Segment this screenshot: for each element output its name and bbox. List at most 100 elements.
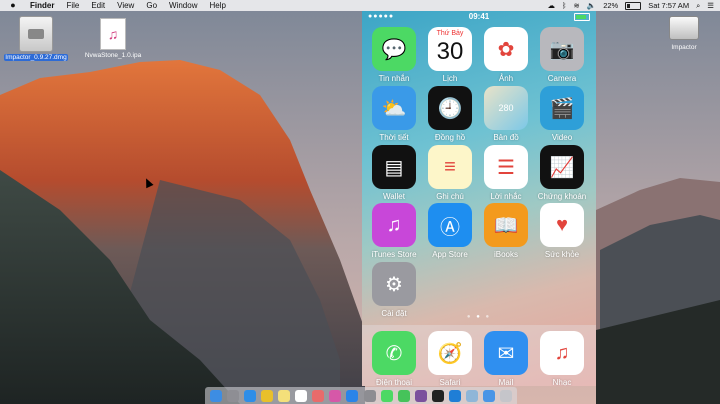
finder-icon[interactable] (209, 389, 222, 402)
safari-icon: 🧭 (428, 331, 472, 375)
app-stocks[interactable]: 📈 Chứng khoán (536, 145, 588, 201)
viber-icon[interactable] (414, 389, 427, 402)
notes-dock-icon[interactable] (277, 389, 290, 402)
stocks-icon: 📈 (540, 145, 584, 189)
wallet-icon: ▤ (372, 145, 416, 189)
app-label: Camera (547, 74, 577, 83)
xcode-icon[interactable] (449, 389, 462, 402)
downloads-icon[interactable] (483, 389, 496, 402)
app-store-dock-icon[interactable] (346, 389, 359, 402)
app-label: Ghi chú (436, 192, 464, 201)
photos-icon: ✿ (484, 27, 528, 71)
menu-finder[interactable]: Finder (30, 0, 54, 11)
app-phone[interactable]: ✆ Điện thoại (368, 331, 420, 386)
app-ibooks[interactable]: 📖 iBooks (480, 203, 532, 259)
app-label: Bản đồ (493, 133, 519, 142)
preview-icon[interactable] (466, 389, 479, 402)
app-weather[interactable]: ⛅ Thời tiết (368, 86, 420, 142)
itunes-dock-icon[interactable] (329, 389, 342, 402)
iphone-status-bar: ●●●●● 09:41 (362, 11, 596, 24)
page-indicator: ● ● ● (466, 314, 492, 320)
calendar-day: Thứ Bảy (436, 30, 464, 37)
app-settings[interactable]: ⚙ Cài đặt (368, 262, 420, 318)
app-camera[interactable]: 📷 Camera (536, 27, 588, 83)
spotlight-icon[interactable]: ⌕ (696, 0, 700, 11)
desktop-file-impactor-dmg[interactable]: Impactor_0.9.27.dmg (4, 16, 68, 61)
desktop-wallpaper (0, 0, 720, 404)
app-music[interactable]: ♫ Nhạc (536, 331, 588, 386)
reminders-icon: ☰ (484, 145, 528, 189)
desktop-disk-label: Impactor (671, 44, 697, 51)
app-calendar[interactable]: Thứ Bảy 30 Lịch (424, 27, 476, 83)
menu-file[interactable]: File (66, 0, 79, 11)
app-label: Nhạc (552, 378, 572, 386)
battery-icon[interactable] (625, 1, 642, 10)
app-maps[interactable]: 280 Bản đồ (480, 86, 532, 142)
app-health[interactable]: ♥ Sức khỏe (536, 203, 588, 259)
settings-icon: ⚙ (372, 262, 416, 306)
health-icon: ♥ (540, 203, 584, 247)
launchpad-icon[interactable] (226, 389, 239, 402)
calendar-dock-icon[interactable] (295, 389, 308, 402)
desktop-file-nvwastone-ipa[interactable]: ♫ NvwaStone_1.0.ipa (80, 18, 146, 59)
videos-icon: 🎬 (540, 86, 584, 130)
app-label: Mail (498, 378, 514, 386)
menu-help[interactable]: Help (209, 0, 225, 11)
app-videos[interactable]: 🎬 Video (536, 86, 588, 142)
app-label: iTunes Store (371, 250, 417, 259)
volume-icon[interactable]: 🔈 (587, 0, 596, 11)
messages-icon: 💬 (372, 27, 416, 71)
app-notes[interactable]: ≡ Ghi chú (424, 145, 476, 201)
dmg-file-icon (19, 16, 53, 52)
music-icon: ♫ (540, 331, 584, 375)
messages-dock-icon[interactable] (380, 389, 393, 402)
app-wallet[interactable]: ▤ Wallet (368, 145, 420, 201)
iphone-screen: ●●●●● 09:41 💬 Tin nhắn Thứ Bảy 30 Lịch ✿ Ảnh 📷 C… (362, 11, 596, 386)
app-label: Lịch (442, 74, 458, 83)
app-store-icon: Ⓐ (428, 203, 472, 247)
app-messages[interactable]: 💬 Tin nhắn (368, 27, 420, 83)
menu-go[interactable]: Go (146, 0, 157, 11)
trash-icon[interactable] (500, 389, 513, 402)
app-clock[interactable]: 🕘 Đồng hồ (424, 86, 476, 142)
disk-icon (669, 16, 699, 40)
facetime-icon[interactable] (397, 389, 410, 402)
iphone-battery-icon (574, 13, 590, 21)
chrome-icon[interactable] (260, 389, 273, 402)
safari-dock-icon[interactable] (243, 389, 256, 402)
system-prefs-icon[interactable] (363, 389, 376, 402)
app-label: App Store (432, 250, 468, 259)
photos-dock-icon[interactable] (312, 389, 325, 402)
apple-menu-icon[interactable]: ● (6, 0, 20, 11)
app-label: iBooks (493, 250, 518, 259)
terminal-icon[interactable] (431, 389, 444, 402)
app-label: Ảnh (498, 74, 514, 83)
ibooks-icon: 📖 (484, 203, 528, 247)
itunes-store-icon: ♫ (372, 203, 416, 247)
app-photos[interactable]: ✿ Ảnh (480, 27, 532, 83)
battery-percent[interactable]: 22% (603, 0, 618, 11)
app-label: Chứng khoán (537, 192, 587, 201)
menu-clock[interactable]: Sat 7:57 AM (648, 0, 689, 11)
bluetooth-icon[interactable]: ᛒ (562, 0, 567, 11)
menu-edit[interactable]: Edit (91, 0, 105, 11)
menu-view[interactable]: View (117, 0, 134, 11)
app-reminders[interactable]: ☰ Lời nhắc (480, 145, 532, 201)
menu-bar: ● Finder File Edit View Go Window Help ☁… (0, 0, 720, 11)
app-mail[interactable]: ✉ Mail (480, 331, 532, 386)
cloud-icon[interactable]: ☁ (548, 0, 556, 11)
desktop-file-label: NvwaStone_1.0.ipa (84, 52, 142, 59)
app-label: Điện thoại (375, 378, 413, 386)
app-label: Lời nhắc (490, 192, 522, 201)
app-app-store[interactable]: Ⓐ App Store (424, 203, 476, 259)
mac-dock (205, 387, 517, 404)
app-itunes-store[interactable]: ♫ iTunes Store (368, 203, 420, 259)
ipa-file-icon: ♫ (100, 18, 126, 50)
desktop-disk-impactor[interactable]: Impactor (664, 16, 704, 51)
weather-icon: ⛅ (372, 86, 416, 130)
notification-center-icon[interactable]: ☰ (707, 0, 714, 11)
mail-icon: ✉ (484, 331, 528, 375)
wifi-icon[interactable]: ≋ (574, 0, 580, 11)
menu-window[interactable]: Window (169, 0, 197, 11)
app-safari[interactable]: 🧭 Safari (424, 331, 476, 386)
